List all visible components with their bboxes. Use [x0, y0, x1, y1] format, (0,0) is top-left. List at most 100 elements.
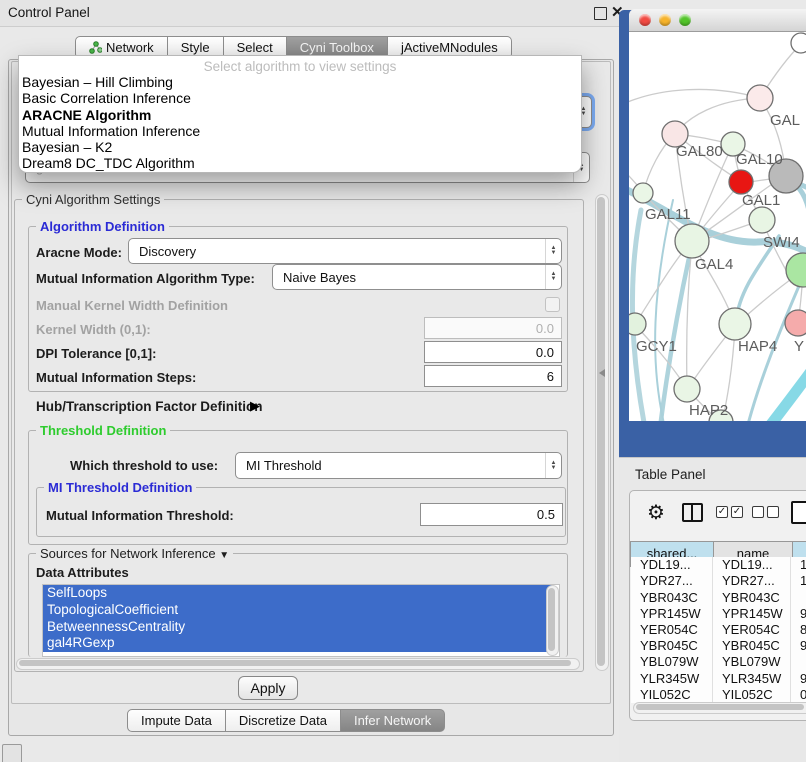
- mi-threshold-group-title: MI Threshold Definition: [44, 480, 196, 495]
- network-node-label: SWI4: [763, 234, 800, 251]
- network-node[interactable]: [729, 170, 753, 194]
- checked-checkbox-icon[interactable]: ✓: [731, 506, 743, 518]
- app-screen: Control Panel ✕ NetworkStyleSelectCyni T…: [0, 0, 806, 762]
- attribute-list-item[interactable]: BetweennessCentrality: [43, 619, 552, 636]
- network-node[interactable]: [749, 207, 775, 233]
- table-row[interactable]: YDL19...YDL19...13: [631, 557, 806, 573]
- float-window-icon[interactable]: [594, 7, 607, 20]
- column-layout-icon[interactable]: [682, 503, 703, 522]
- aracne-mode-label: Aracne Mode:: [36, 245, 122, 260]
- manual-kernel-checkbox[interactable]: [545, 297, 560, 312]
- settings-hscrollbar[interactable]: [16, 658, 580, 670]
- unchecked-checkbox-icon[interactable]: [752, 506, 764, 518]
- mi-steps-label: Mutual Information Steps:: [36, 370, 196, 385]
- network-node-label: GAL11: [645, 206, 691, 223]
- aracne-mode-combo[interactable]: Discovery ▲▼: [128, 238, 562, 264]
- data-attributes-list[interactable]: SelfLoopsTopologicalCoefficientBetweenne…: [42, 584, 560, 657]
- algorithm-dropdown-popup: Select algorithm to view settings Bayesi…: [18, 55, 582, 173]
- network-window: GALGAL80GAL10GAL11GAL1GAL4SWI4GCY1HAP4YH…: [629, 9, 806, 421]
- network-canvas[interactable]: GALGAL80GAL10GAL11GAL1GAL4SWI4GCY1HAP4YH…: [629, 32, 806, 421]
- table-row[interactable]: YBL079WYBL079W: [631, 654, 806, 670]
- network-node[interactable]: [675, 224, 709, 258]
- which-threshold-combo[interactable]: MI Threshold ▲▼: [235, 452, 562, 479]
- unchecked-checkbox-icon[interactable]: [767, 506, 779, 518]
- network-node[interactable]: [629, 313, 646, 335]
- new-table-icon[interactable]: [791, 501, 806, 524]
- combo-stepper-icon: ▲▼: [545, 453, 561, 478]
- sources-group-title[interactable]: Sources for Network Inference ▼: [36, 546, 233, 561]
- control-panel-titlebar: Control Panel ✕: [0, 0, 620, 27]
- zoom-traffic-light-icon[interactable]: [679, 14, 691, 26]
- network-node[interactable]: [747, 85, 773, 111]
- table-row[interactable]: YBR043CYBR043C: [631, 590, 806, 606]
- mi-steps-input[interactable]: 6: [424, 365, 562, 387]
- network-node-label: GCY1: [636, 338, 677, 355]
- table-row[interactable]: YDR27...YDR27...12: [631, 573, 806, 589]
- attribute-list-item[interactable]: gal4RGexp: [43, 635, 552, 652]
- attribute-list-item[interactable]: TopologicalCoefficient: [43, 602, 552, 619]
- network-edge: [765, 358, 806, 421]
- dropdown-item[interactable]: Basic Correlation Inference: [19, 90, 581, 106]
- tab-infer-network[interactable]: Infer Network: [340, 709, 445, 732]
- dropdown-item[interactable]: Mutual Information Inference: [19, 123, 581, 139]
- close-traffic-light-icon[interactable]: [639, 14, 651, 26]
- mi-threshold-input[interactable]: 0.5: [420, 503, 563, 526]
- dropdown-item[interactable]: ARACNE Algorithm: [19, 107, 581, 123]
- hub-section-label[interactable]: Hub/Transcription Factor Definition: [36, 399, 263, 414]
- cyni-mode-tabs: Impute DataDiscretize DataInfer Network: [127, 709, 445, 732]
- checked-checkbox-icon[interactable]: ✓: [716, 506, 728, 518]
- dropdown-prompt: Select algorithm to view settings: [19, 56, 581, 74]
- network-edge: [675, 98, 760, 134]
- tab-impute-data[interactable]: Impute Data: [127, 709, 226, 732]
- dropdown-item[interactable]: Bayesian – K2: [19, 139, 581, 155]
- network-node-label: GAL80: [676, 143, 723, 160]
- docked-window-icon[interactable]: [2, 744, 22, 762]
- network-node[interactable]: [785, 310, 806, 336]
- table-row[interactable]: YIL052CYIL052C0.: [631, 687, 806, 703]
- table-hscrollbar[interactable]: [633, 702, 806, 714]
- table-panel-title: Table Panel: [635, 467, 706, 482]
- network-node-label: Y: [794, 338, 804, 355]
- network-node-label: GAL1: [742, 192, 780, 209]
- table-panel: Table Panel ⚙ ✓ ✓ shared...name YDL19...…: [619, 457, 806, 762]
- table-row[interactable]: YER054CYER054C8.: [631, 622, 806, 638]
- table-row[interactable]: YLR345WYLR345W9.: [631, 671, 806, 687]
- dropdown-item[interactable]: Dream8 DC_TDC Algorithm: [19, 155, 581, 171]
- table-row[interactable]: YBR045CYBR045C9.: [631, 638, 806, 654]
- network-node[interactable]: [719, 308, 751, 340]
- gear-icon[interactable]: ⚙: [647, 500, 665, 525]
- attribute-list-item[interactable]: SelfLoops: [43, 585, 552, 602]
- list-scrollbar[interactable]: [546, 585, 559, 656]
- network-node-label: HAP2: [689, 402, 728, 419]
- algorithm-definition-title: Algorithm Definition: [36, 219, 169, 234]
- settings-group-title: Cyni Algorithm Settings: [22, 192, 164, 207]
- settings-vscrollbar[interactable]: [595, 194, 609, 671]
- collapse-arrow-icon[interactable]: ▼: [219, 550, 229, 561]
- minimize-traffic-light-icon[interactable]: [659, 14, 671, 26]
- expand-arrow-icon[interactable]: ▶: [250, 398, 260, 414]
- table-body: YDL19...YDL19...13YDR27...YDR27...12YBR0…: [631, 557, 806, 703]
- splitter-collapse-icon[interactable]: [599, 369, 605, 377]
- network-node-label: HAP4: [738, 338, 777, 355]
- dropdown-item[interactable]: Bayesian – Hill Climbing: [19, 74, 581, 90]
- combo-stepper-icon: ▲▼: [545, 239, 561, 263]
- network-node[interactable]: [791, 33, 806, 53]
- dpi-tolerance-label: DPI Tolerance [0,1]:: [36, 346, 156, 361]
- data-attributes-label: Data Attributes: [36, 565, 129, 580]
- tab-discretize-data[interactable]: Discretize Data: [225, 709, 341, 732]
- table-row[interactable]: YPR145WYPR145W9.: [631, 606, 806, 622]
- network-node-label: GAL10: [736, 151, 783, 168]
- network-edge: [629, 89, 760, 104]
- network-window-titlebar: [629, 9, 806, 32]
- network-node[interactable]: [674, 376, 700, 402]
- mi-type-combo[interactable]: Naive Bayes ▲▼: [272, 264, 562, 290]
- dpi-tolerance-input[interactable]: 0.0: [424, 341, 562, 363]
- threshold-definition-title: Threshold Definition: [36, 423, 170, 438]
- kernel-width-input[interactable]: 0.0: [424, 317, 562, 339]
- network-node[interactable]: [786, 253, 806, 287]
- combo-stepper-icon: ▲▼: [545, 265, 561, 289]
- apply-button[interactable]: Apply: [238, 676, 298, 700]
- node-table: shared...name YDL19...YDL19...13YDR27...…: [631, 541, 806, 703]
- network-icon: [89, 41, 102, 54]
- network-node[interactable]: [633, 183, 653, 203]
